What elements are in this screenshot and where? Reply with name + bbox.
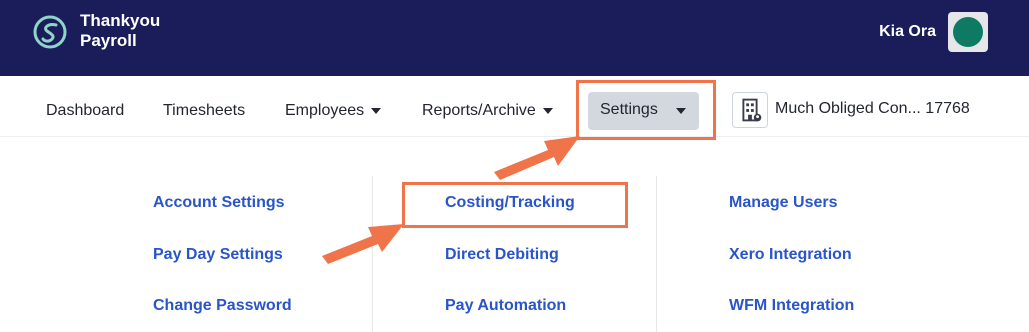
brand-logo-text[interactable]: Thankyou Payroll: [80, 11, 160, 51]
chevron-down-icon: [371, 107, 382, 114]
menu-pay-day-settings[interactable]: Pay Day Settings: [153, 245, 283, 265]
nav-reports-label: Reports/Archive: [422, 102, 536, 119]
menu-pay-automation[interactable]: Pay Automation: [445, 296, 566, 316]
nav-reports-archive[interactable]: Reports/Archive: [422, 101, 553, 121]
nav-employees[interactable]: Employees: [285, 101, 382, 121]
chevron-down-icon: [542, 107, 553, 114]
brand-line-2: Payroll: [80, 31, 137, 50]
brand-line-1: Thankyou: [80, 11, 161, 30]
nav-employees-label: Employees: [285, 102, 365, 119]
menu-change-password[interactable]: Change Password: [153, 296, 292, 316]
avatar[interactable]: [948, 12, 988, 52]
menu-xero-integration[interactable]: Xero Integration: [729, 245, 852, 265]
menu-account-settings[interactable]: Account Settings: [153, 193, 285, 213]
menu-wfm-integration[interactable]: WFM Integration: [729, 296, 854, 316]
highlight-settings: [576, 80, 716, 140]
highlight-costing-tracking: [402, 182, 628, 228]
avatar-icon: [953, 17, 983, 47]
greeting-text: Kia Ora: [879, 23, 936, 40]
building-icon[interactable]: [732, 92, 768, 128]
menu-manage-users[interactable]: Manage Users: [729, 193, 838, 213]
annotation-arrow-icon: [322, 224, 404, 264]
menu-direct-debiting[interactable]: Direct Debiting: [445, 245, 559, 265]
company-selector[interactable]: Much Obliged Con... 17768: [775, 100, 970, 118]
annotation-arrow-icon: [494, 136, 580, 180]
nav-dashboard[interactable]: Dashboard: [46, 101, 124, 121]
menu-divider: [656, 176, 657, 332]
top-bar: Thankyou Payroll Kia Ora: [0, 0, 1029, 76]
nav-timesheets[interactable]: Timesheets: [163, 101, 245, 121]
logo-icon: [33, 15, 67, 49]
